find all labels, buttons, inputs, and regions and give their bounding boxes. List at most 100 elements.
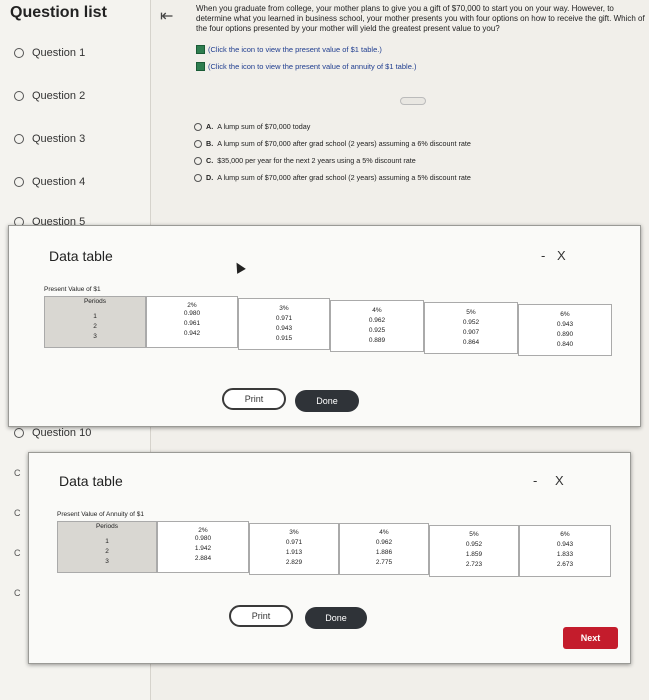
pv-table: Present Value of $1 Periods 1 2 3 2% 0.9… <box>44 286 634 356</box>
question-item-3[interactable]: Question 3 <box>14 133 85 145</box>
rate-column-6: 6% 0.943 1.833 2.673 <box>519 525 611 577</box>
rate-header: 5% <box>469 531 479 538</box>
value-cell: 0.962 <box>375 539 393 546</box>
value-cell: 0.890 <box>556 331 574 338</box>
rate-header: 3% <box>289 529 299 536</box>
value-cell: 0.840 <box>556 341 574 348</box>
option-text: A lump sum of $70,000 after grad school … <box>217 139 471 148</box>
option-a[interactable]: A. A lump sum of $70,000 today <box>194 122 310 131</box>
value-cell: 0.971 <box>285 539 303 546</box>
question-item-label: Question 10 <box>32 427 92 439</box>
question-item-label: Question 2 <box>32 90 86 102</box>
rate-column-3: 3% 0.971 0.943 0.915 <box>238 298 330 350</box>
value-cell: 2.884 <box>194 555 212 562</box>
rate-header: 5% <box>466 309 476 316</box>
radio-icon[interactable]: C <box>14 468 21 478</box>
value-cell: 0.980 <box>183 310 201 317</box>
minimize-icon[interactable]: - <box>533 473 537 488</box>
table-title: Present Value of Annuity of $1 <box>57 511 144 518</box>
periods-header: Periods <box>95 523 119 530</box>
data-table-modal-annuity: Data table - X Present Value of Annuity … <box>28 452 631 664</box>
present-value-table-link[interactable]: (Click the icon to view the present valu… <box>196 45 382 54</box>
radio-icon[interactable]: C <box>14 508 21 518</box>
table-icon[interactable] <box>196 62 205 71</box>
value-cell: 0.907 <box>462 329 480 336</box>
value-cell: 1.833 <box>556 551 574 558</box>
period-cell: 3 <box>93 333 97 340</box>
data-table-modal-pv: Data table - X Present Value of $1 Perio… <box>8 225 641 427</box>
rate-header: 2% <box>187 302 197 309</box>
question-item-10[interactable]: Question 10 <box>14 427 91 439</box>
period-cell: 1 <box>105 538 109 545</box>
rate-header: 2% <box>198 527 208 534</box>
rate-column-2: 2% 0.980 0.961 0.942 <box>146 296 238 348</box>
radio-icon[interactable]: C <box>14 548 21 558</box>
annuity-table: Present Value of Annuity of $1 Periods 1… <box>57 511 617 581</box>
periods-column: Periods 1 2 3 <box>44 296 146 348</box>
collapse-left-icon[interactable]: ⇤ <box>160 6 173 26</box>
annuity-table-link[interactable]: (Click the icon to view the present valu… <box>196 62 416 71</box>
radio-icon[interactable]: C <box>14 588 21 598</box>
value-cell: 2.723 <box>465 561 483 568</box>
radio-icon[interactable] <box>194 156 202 165</box>
option-d[interactable]: D. A lump sum of $70,000 after grad scho… <box>194 173 471 182</box>
value-cell: 0.961 <box>183 320 201 327</box>
next-button[interactable]: Next <box>563 627 618 649</box>
option-c[interactable]: C. $35,000 per year for the next 2 years… <box>194 156 416 165</box>
value-cell: 0.952 <box>462 319 480 326</box>
radio-icon[interactable] <box>194 139 202 148</box>
done-button[interactable]: Done <box>305 607 367 629</box>
period-cell: 3 <box>105 558 109 565</box>
rate-column-4: 4% 0.962 0.925 0.889 <box>330 300 424 352</box>
value-cell: 1.886 <box>375 549 393 556</box>
close-icon[interactable]: X <box>555 473 564 488</box>
radio-icon <box>14 134 24 144</box>
radio-icon <box>14 177 24 187</box>
question-item-1[interactable]: Question 1 <box>14 47 85 59</box>
close-icon[interactable]: X <box>557 248 566 263</box>
print-button[interactable]: Print <box>229 605 293 627</box>
option-letter: C. <box>206 156 214 165</box>
rate-column-6: 6% 0.943 0.890 0.840 <box>518 304 612 356</box>
question-item-2[interactable]: Question 2 <box>14 90 85 102</box>
option-b[interactable]: B. A lump sum of $70,000 after grad scho… <box>194 139 471 148</box>
radio-icon[interactable] <box>194 173 202 182</box>
option-letter: A. <box>206 122 214 131</box>
value-cell: 0.925 <box>368 327 386 334</box>
value-cell: 0.943 <box>556 541 574 548</box>
print-button[interactable]: Print <box>222 388 286 410</box>
done-button[interactable]: Done <box>295 390 359 412</box>
more-indicator[interactable] <box>400 97 426 105</box>
link-label[interactable]: (Click the icon to view the present valu… <box>208 62 416 71</box>
modal-title: Data table <box>49 248 113 264</box>
value-cell: 0.915 <box>275 335 293 342</box>
table-icon[interactable] <box>196 45 205 54</box>
rate-header: 6% <box>560 311 570 318</box>
period-cell: 1 <box>93 313 97 320</box>
value-cell: 0.864 <box>462 339 480 346</box>
rate-header: 6% <box>560 531 570 538</box>
question-item-label: Question 3 <box>32 133 86 145</box>
value-cell: 0.952 <box>465 541 483 548</box>
question-item-4[interactable]: Question 4 <box>14 176 85 188</box>
rate-column-4: 4% 0.962 1.886 2.775 <box>339 523 429 575</box>
question-item-label: Question 4 <box>32 176 86 188</box>
radio-icon <box>14 428 24 438</box>
value-cell: 0.962 <box>368 317 386 324</box>
value-cell: 0.971 <box>275 315 293 322</box>
question-item-label: Question 1 <box>32 47 86 59</box>
link-label[interactable]: (Click the icon to view the present valu… <box>208 45 382 54</box>
rate-header: 4% <box>372 307 382 314</box>
value-cell: 1.913 <box>285 549 303 556</box>
rate-column-2: 2% 0.980 1.942 2.884 <box>157 521 249 573</box>
radio-icon[interactable] <box>194 122 202 131</box>
periods-header: Periods <box>83 298 107 305</box>
periods-column: Periods 1 2 3 <box>57 521 157 573</box>
value-cell: 0.942 <box>183 330 201 337</box>
rate-header: 3% <box>279 305 289 312</box>
minimize-icon[interactable]: - <box>541 248 545 263</box>
modal-title: Data table <box>59 473 123 489</box>
value-cell: 1.859 <box>465 551 483 558</box>
page: Question list Question 1 Question 2 Ques… <box>0 0 649 700</box>
radio-icon <box>14 48 24 58</box>
